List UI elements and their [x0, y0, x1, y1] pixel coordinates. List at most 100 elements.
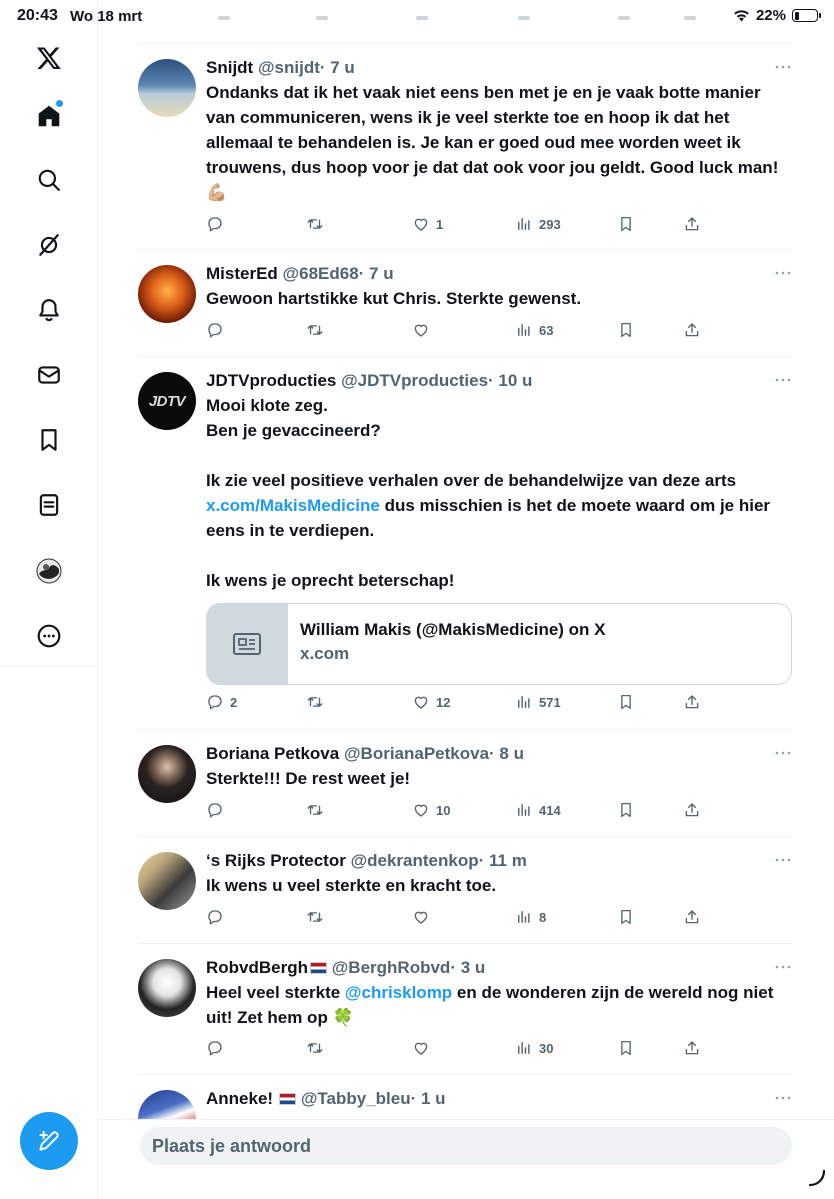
avatar[interactable]	[138, 852, 196, 910]
avatar[interactable]	[138, 1090, 196, 1120]
retweet-button[interactable]	[306, 801, 324, 819]
author-handle[interactable]: @dekrantenkop	[351, 851, 479, 870]
tweet-time[interactable]: · 10 u	[488, 371, 532, 390]
bookmark-button[interactable]	[617, 801, 635, 819]
tweet-time[interactable]: · 7 u	[359, 264, 394, 283]
author-handle[interactable]: @68Ed68	[283, 264, 359, 283]
more-options-icon[interactable]	[774, 745, 792, 755]
like-button[interactable]: 1	[412, 215, 443, 233]
tweet-actions: 30	[206, 1039, 706, 1061]
tweet[interactable]: MisterEd @68Ed68· 7 u Gewoon hartstikke …	[138, 250, 792, 357]
tweet[interactable]: Boriana Petkova @BorianaPetkova· 8 u Ste…	[138, 730, 792, 837]
reply-field-container[interactable]	[140, 1127, 792, 1165]
tweet-time[interactable]: · 7 u	[320, 58, 355, 77]
reply-button[interactable]: 2	[206, 693, 237, 711]
x-logo-icon[interactable]	[33, 42, 65, 74]
tweet-header: MisterEd @68Ed68· 7 u	[206, 263, 792, 285]
share-button[interactable]	[683, 801, 701, 819]
grok-icon[interactable]	[33, 229, 65, 261]
author-handle[interactable]: @Tabby_bleu	[301, 1089, 411, 1108]
tweet-time[interactable]: · 3 u	[450, 958, 485, 977]
author-handle[interactable]: @snijdt	[258, 58, 320, 77]
views-button[interactable]: 414	[515, 801, 561, 819]
reply-button[interactable]	[206, 1039, 224, 1057]
like-button[interactable]: 12	[412, 693, 450, 711]
tweet[interactable]: JDTV JDTVproducties @JDTVproducties· 10 …	[138, 357, 792, 730]
reply-button[interactable]	[206, 321, 224, 339]
share-button[interactable]	[683, 908, 701, 926]
lists-icon[interactable]	[33, 489, 65, 521]
reply-button[interactable]	[206, 215, 224, 233]
tweet[interactable]: ‘s Rijks Protector @dekrantenkop· 11 m I…	[138, 837, 792, 944]
author-name[interactable]: JDTVproducties	[206, 371, 336, 390]
notifications-icon[interactable]	[33, 294, 65, 326]
more-options-icon[interactable]	[774, 1090, 792, 1100]
retweet-button[interactable]	[306, 1039, 324, 1057]
search-icon[interactable]	[33, 164, 65, 196]
more-options-icon[interactable]	[774, 372, 792, 382]
bookmark-button[interactable]	[617, 908, 635, 926]
tweet[interactable]: Snijdt @snijdt· 7 u Ondanks dat ik het v…	[138, 44, 792, 250]
like-button[interactable]	[412, 321, 430, 339]
bookmark-icon	[621, 322, 631, 338]
views-button[interactable]: 63	[515, 321, 553, 339]
more-dots	[775, 965, 791, 969]
tweet[interactable]: RobvdBergh @BerghRobvd· 3 u Heel veel st…	[138, 944, 792, 1075]
author-name[interactable]: Snijdt	[206, 58, 253, 77]
like-button[interactable]	[412, 908, 430, 926]
share-button[interactable]	[683, 321, 701, 339]
tweet-link[interactable]: x.com/MakisMedicine	[206, 496, 380, 515]
author-name[interactable]: ‘s Rijks Protector	[206, 851, 346, 870]
tweet-time[interactable]: · 8 u	[489, 744, 524, 763]
retweet-button[interactable]	[306, 693, 324, 711]
bookmark-button[interactable]	[617, 215, 635, 233]
views-button[interactable]: 30	[515, 1039, 553, 1057]
author-name[interactable]: Anneke!	[206, 1089, 273, 1108]
share-button[interactable]	[683, 693, 701, 711]
avatar[interactable]: JDTV	[138, 372, 196, 430]
avatar[interactable]	[138, 959, 196, 1017]
tweet[interactable]: Anneke! @Tabby_bleu· 1 u	[138, 1075, 792, 1120]
profile-avatar[interactable]	[33, 555, 65, 587]
mention-link[interactable]: @chrisklomp	[345, 983, 452, 1002]
more-options-icon[interactable]	[774, 959, 792, 969]
avatar[interactable]	[138, 59, 196, 117]
author-handle[interactable]: @BerghRobvd	[332, 958, 451, 977]
share-button[interactable]	[683, 215, 701, 233]
tweet-time[interactable]: · 11 m	[479, 851, 527, 870]
like-button[interactable]	[412, 1039, 430, 1057]
like-button[interactable]: 10	[412, 801, 450, 819]
reply-input[interactable]	[140, 1127, 792, 1165]
compose-button[interactable]	[20, 1112, 78, 1170]
retweet-button[interactable]	[306, 215, 324, 233]
more-options-icon[interactable]	[774, 852, 792, 862]
bookmark-button[interactable]	[617, 321, 635, 339]
author-handle[interactable]: @JDTVproducties	[341, 371, 488, 390]
resize-handle-icon[interactable]	[806, 1165, 828, 1187]
more-options-icon[interactable]	[774, 59, 792, 69]
tweet-actions: 10 414	[206, 801, 706, 823]
bookmark-button[interactable]	[617, 693, 635, 711]
author-name[interactable]: RobvdBergh	[206, 958, 308, 977]
tweet-time[interactable]: · 1 u	[411, 1089, 446, 1108]
author-name[interactable]: Boriana Petkova	[206, 744, 339, 763]
link-card[interactable]: William Makis (@MakisMedicine) on X x.co…	[206, 603, 792, 685]
messages-icon[interactable]	[33, 359, 65, 391]
author-handle[interactable]: @BorianaPetkova	[344, 744, 489, 763]
more-options-icon[interactable]	[774, 265, 792, 275]
avatar[interactable]	[138, 265, 196, 323]
views-button[interactable]: 571	[515, 693, 561, 711]
reply-button[interactable]	[206, 801, 224, 819]
share-button[interactable]	[683, 1039, 701, 1057]
retweet-button[interactable]	[306, 908, 324, 926]
views-button[interactable]: 8	[515, 908, 546, 926]
reply-button[interactable]	[206, 908, 224, 926]
avatar[interactable]	[138, 745, 196, 803]
more-icon[interactable]	[33, 620, 65, 652]
home-icon[interactable]	[33, 100, 65, 132]
bookmarks-icon[interactable]	[33, 424, 65, 456]
views-button[interactable]: 293	[515, 215, 561, 233]
bookmark-button[interactable]	[617, 1039, 635, 1057]
retweet-button[interactable]	[306, 321, 324, 339]
author-name[interactable]: MisterEd	[206, 264, 278, 283]
